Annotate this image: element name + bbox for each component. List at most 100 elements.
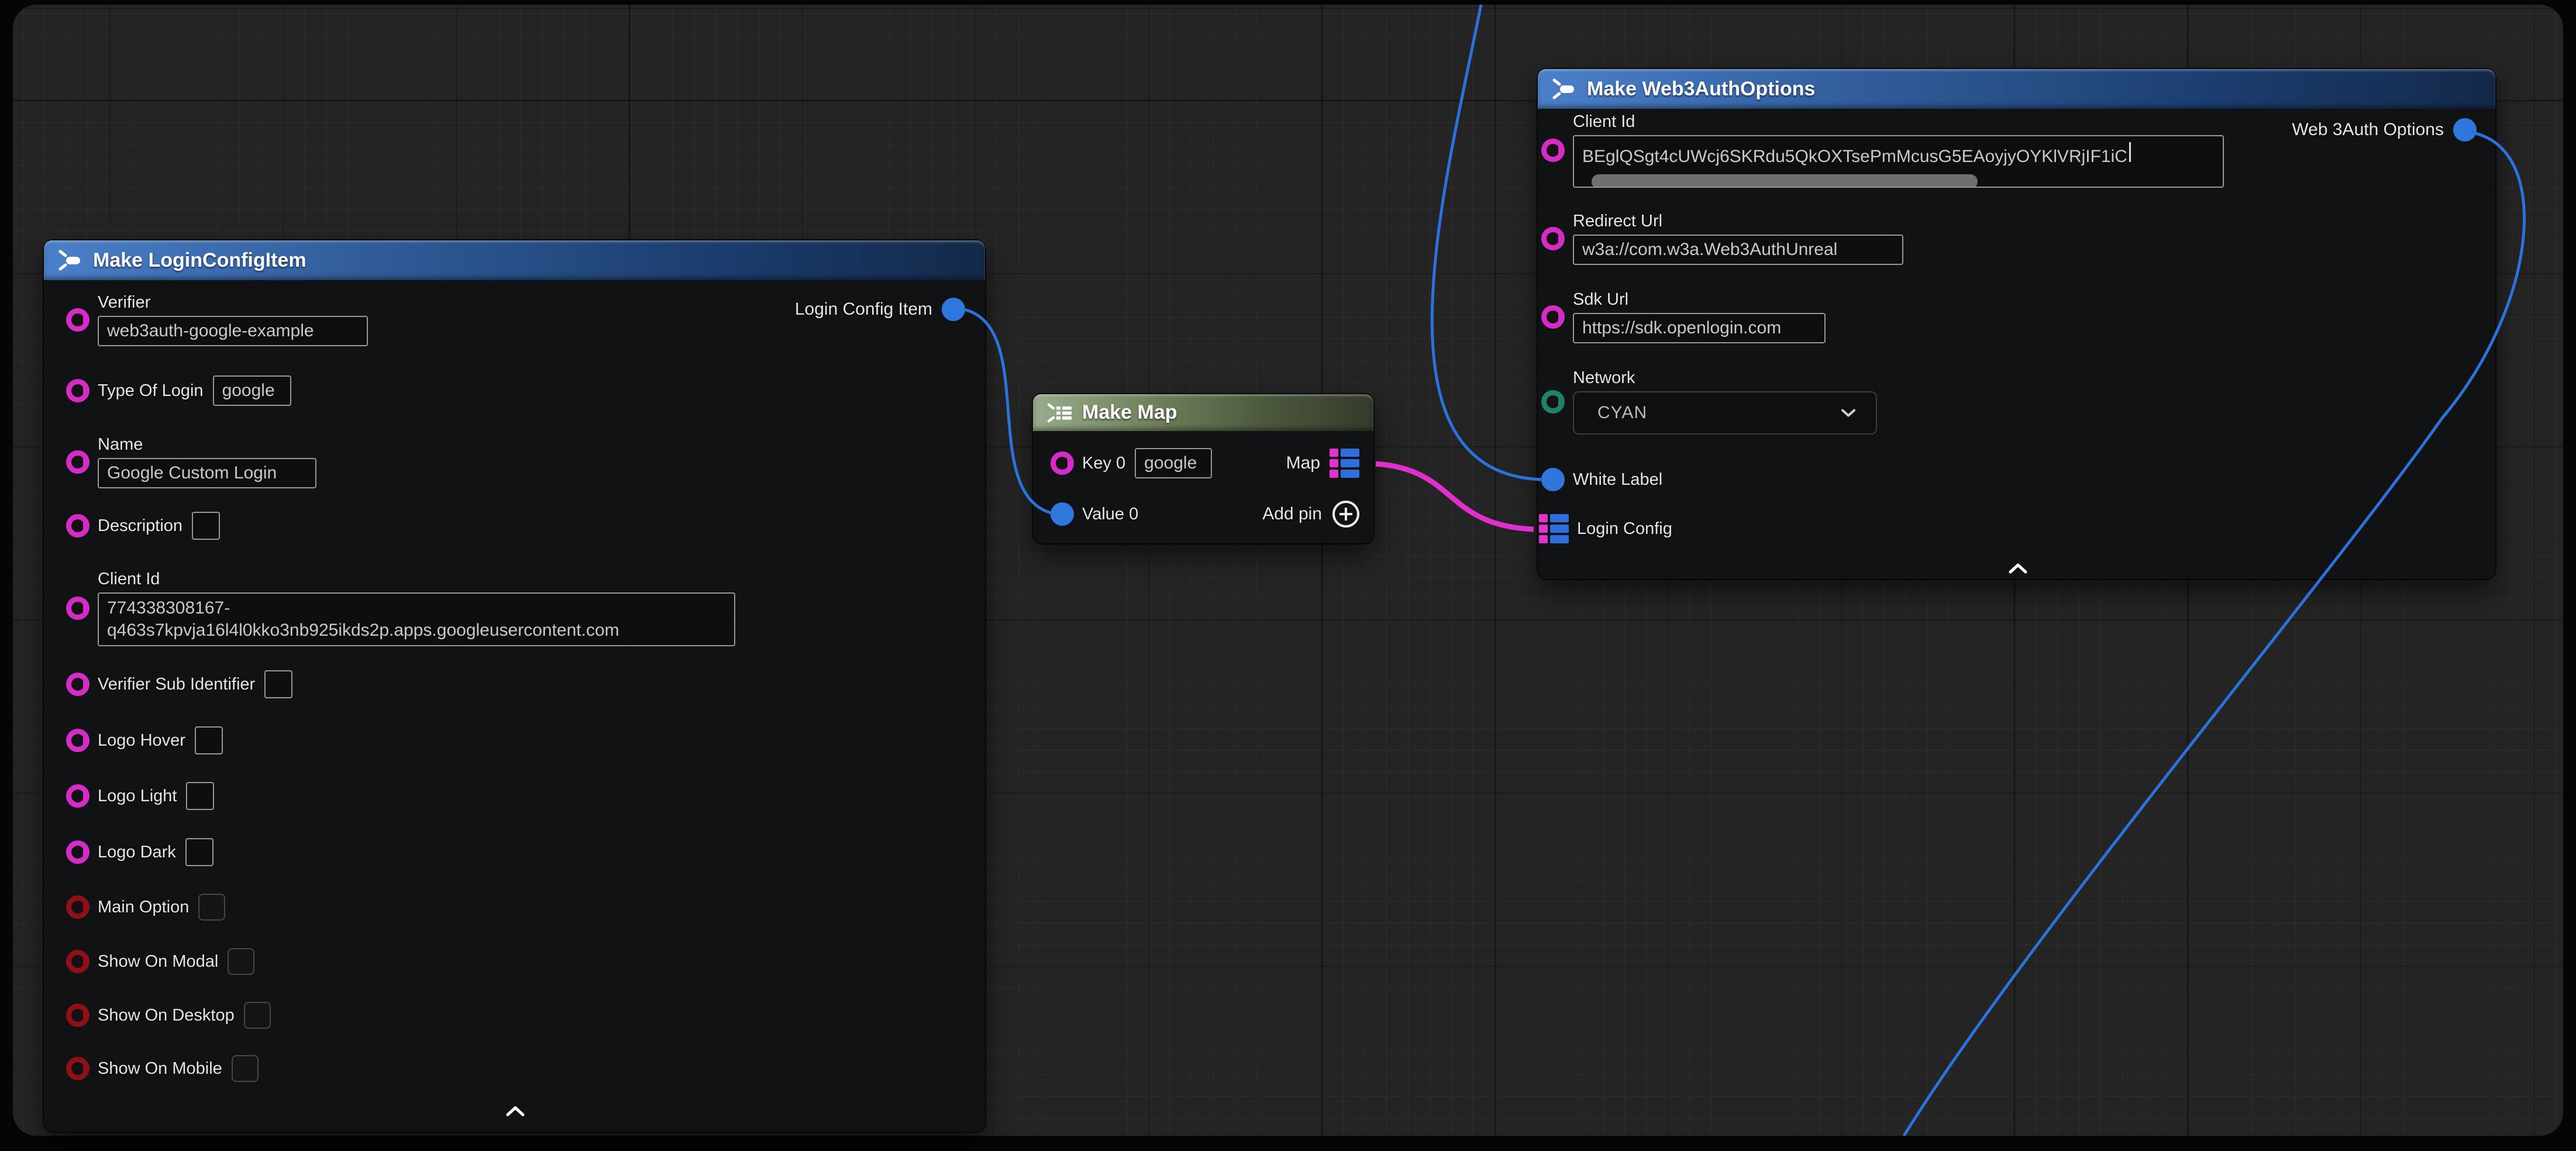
node-header-make-web3authoptions[interactable]: Make Web3AuthOptions [1538, 69, 2495, 109]
login-config-item-out-label: Login Config Item [795, 299, 932, 319]
type-of-login-label: Type Of Login [98, 381, 204, 401]
login-config-item-output-pin[interactable] [942, 298, 965, 321]
redirect-url-label: Redirect Url [1573, 212, 1903, 231]
white-label-label: White Label [1573, 470, 1662, 490]
redirect-url-input[interactable]: w3a://com.w3a.Web3AuthUnreal [1573, 235, 1903, 265]
network-label: Network [1573, 368, 1877, 388]
node-title: Make Web3AuthOptions [1587, 78, 1815, 101]
sdk-url-input[interactable]: https://sdk.openlogin.com [1573, 313, 1826, 343]
sdk-url-pin[interactable] [1541, 305, 1565, 329]
network-dropdown[interactable]: CYAN [1573, 391, 1877, 435]
w3a-client-id-input[interactable]: BEglQSgt4cUWcj6SKRdu5QkOXTsePmMcusG5EAoy… [1573, 135, 2224, 188]
add-pin-button[interactable] [1332, 501, 1359, 528]
web3auth-options-output-pin[interactable] [2453, 118, 2477, 142]
pin-row-login-config-item-out: Login Config Item [795, 294, 965, 325]
white-label-pin[interactable] [1541, 468, 1565, 491]
node-make-web3authoptions[interactable]: Make Web3AuthOptions Web 3Auth Options C… [1538, 69, 2495, 579]
logo-hover-input[interactable] [195, 726, 223, 754]
name-value: Google Custom Login [107, 463, 277, 483]
name-label: Name [98, 435, 316, 454]
chevron-down-icon [1841, 409, 1856, 418]
node-make-loginconfigitem[interactable]: Make LoginConfigItem Login Config Item V… [44, 240, 985, 1132]
make-struct-icon [1549, 77, 1576, 101]
pin-row-main-option: Main Option [66, 892, 225, 922]
node-header-make-loginconfigitem[interactable]: Make LoginConfigItem [44, 240, 985, 280]
verifier-input[interactable]: web3auth-google-example [98, 316, 368, 346]
pin-row-sdk-url: Sdk Url https://sdk.openlogin.com [1541, 290, 1826, 343]
pin-row-value0: Value 0 [1051, 499, 1138, 529]
client-id-scrollbar-thumb[interactable] [1592, 174, 1978, 188]
pin-row-show-on-mobile: Show On Mobile [66, 1053, 259, 1084]
description-label: Description [98, 516, 182, 536]
key0-pin[interactable] [1051, 452, 1074, 475]
show-on-mobile-pin[interactable] [66, 1057, 89, 1080]
pin-row-name: Name Google Custom Login [66, 435, 316, 488]
show-on-modal-pin[interactable] [66, 950, 89, 973]
main-option-pin[interactable] [66, 895, 89, 919]
logo-dark-pin[interactable] [66, 840, 89, 864]
collapse-node-chevron-icon[interactable] [506, 1106, 525, 1116]
client-id-pin[interactable] [66, 597, 89, 620]
client-id-label: Client Id [98, 570, 735, 589]
w3a-client-id-label: Client Id [1573, 112, 2224, 132]
client-id-input[interactable]: 774338308167- q463s7kpvja16l4l0kko3nb925… [98, 592, 735, 646]
pin-row-w3a-client-id: Client Id BEglQSgt4cUWcj6SKRdu5QkOXTsePm… [1541, 112, 2224, 188]
main-option-label: Main Option [98, 898, 189, 917]
node-make-map[interactable]: Make Map Key 0 google Map Value 0 Add pi… [1033, 394, 1373, 543]
verifier-label: Verifier [98, 293, 368, 312]
pin-row-show-on-modal: Show On Modal [66, 946, 254, 977]
main-option-checkbox[interactable] [198, 894, 225, 921]
node-header-make-map[interactable]: Make Map [1033, 394, 1373, 431]
login-config-pin[interactable] [1539, 514, 1569, 543]
verifier-pin[interactable] [66, 308, 89, 332]
w3a-client-id-pin[interactable] [1541, 139, 1565, 162]
logo-dark-label: Logo Dark [98, 843, 176, 862]
pin-row-description: Description [66, 511, 220, 541]
logo-hover-pin[interactable] [66, 729, 89, 752]
type-of-login-pin[interactable] [66, 379, 89, 402]
add-pin-label: Add pin [1262, 504, 1322, 524]
pin-row-logo-dark: Logo Dark [66, 837, 213, 867]
show-on-mobile-label: Show On Mobile [98, 1059, 222, 1078]
collapse-node-chevron-icon[interactable] [2009, 563, 2027, 574]
pin-row-logo-light: Logo Light [66, 781, 214, 811]
value0-pin[interactable] [1051, 502, 1074, 526]
type-of-login-input[interactable]: google [213, 375, 291, 406]
make-struct-icon [56, 249, 82, 272]
show-on-mobile-checkbox[interactable] [232, 1055, 259, 1082]
verifier-sub-identifier-label: Verifier Sub Identifier [98, 675, 255, 694]
pin-row-key0: Key 0 google [1051, 448, 1212, 478]
show-on-desktop-checkbox[interactable] [244, 1002, 271, 1029]
logo-dark-input[interactable] [185, 838, 213, 866]
verifier-sub-identifier-pin[interactable] [66, 673, 89, 696]
sdk-url-value: https://sdk.openlogin.com [1582, 318, 1781, 338]
show-on-modal-checkbox[interactable] [228, 948, 254, 975]
key0-input[interactable]: google [1135, 448, 1212, 478]
map-output-pin[interactable] [1330, 449, 1359, 478]
logo-light-pin[interactable] [66, 784, 89, 808]
verifier-value: web3auth-google-example [107, 321, 314, 341]
client-id-value-line1: 774338308167- [107, 597, 230, 619]
description-pin[interactable] [66, 514, 89, 537]
blueprint-graph-canvas[interactable]: Make LoginConfigItem Login Config Item V… [13, 5, 2563, 1136]
show-on-desktop-pin[interactable] [66, 1004, 89, 1027]
network-pin[interactable] [1541, 390, 1565, 413]
pin-row-login-config: Login Config [1539, 514, 1672, 544]
text-caret [2129, 142, 2131, 162]
node-title: Make Map [1082, 401, 1177, 424]
sdk-url-label: Sdk Url [1573, 290, 1826, 309]
name-pin[interactable] [66, 450, 89, 474]
show-on-desktop-label: Show On Desktop [98, 1006, 235, 1025]
logo-light-input[interactable] [186, 782, 214, 810]
pin-row-redirect-url: Redirect Url w3a://com.w3a.Web3AuthUnrea… [1541, 212, 1903, 265]
map-out-label: Map [1286, 453, 1320, 473]
show-on-modal-label: Show On Modal [98, 952, 218, 971]
verifier-sub-identifier-input[interactable] [264, 670, 292, 698]
wire-top-to-whitelabel [1432, 5, 1543, 480]
name-input[interactable]: Google Custom Login [98, 458, 316, 488]
make-map-icon [1045, 401, 1074, 425]
pin-row-verifier-sub-identifier: Verifier Sub Identifier [66, 669, 292, 699]
description-input[interactable] [192, 512, 220, 540]
web3auth-options-out-label: Web 3Auth Options [2292, 120, 2444, 140]
redirect-url-pin[interactable] [1541, 227, 1565, 250]
